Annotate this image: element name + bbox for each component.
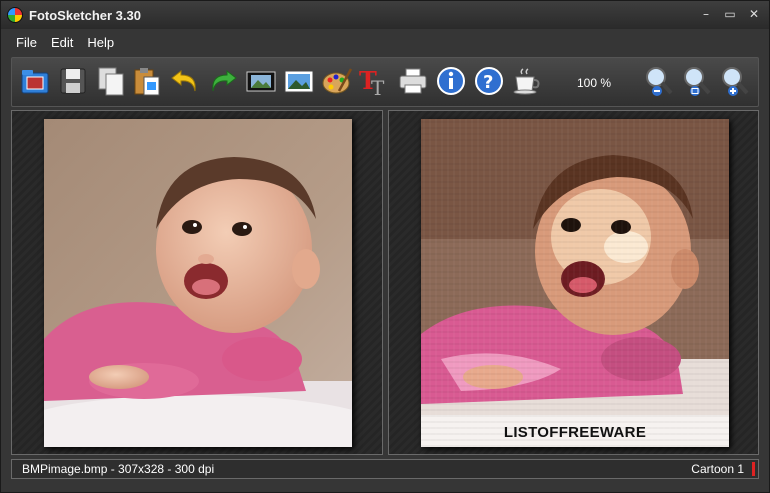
zoom-out-icon [646,67,673,96]
help-button[interactable]: ? [472,65,506,101]
picture-button[interactable] [282,65,316,101]
undo-button[interactable] [168,65,202,101]
result-image-panel[interactable]: LISTOFFREEWARE [388,110,759,455]
palette-icon [322,68,353,94]
copy-button[interactable] [94,65,128,101]
title-bar: FotoSketcher 3.30 – ▭ ✕ [1,1,769,29]
status-file-info: BMPimage.bmp - 307x328 - 300 dpi [22,462,215,476]
print-icon [399,68,427,94]
zoom-in-icon [722,67,749,96]
print-button[interactable] [396,65,430,101]
toolbar: T T ? 100 % [11,57,759,107]
zoom-level: 100 % [577,76,612,90]
result-photo: LISTOFFREEWARE [421,119,729,447]
info-icon [437,67,465,95]
save-button[interactable] [56,65,90,101]
info-button[interactable] [434,65,468,101]
picture-icon [284,70,314,93]
zoom-out-button[interactable] [642,65,676,101]
help-icon: ? [475,67,503,95]
app-window: FotoSketcher 3.30 – ▭ ✕ File Edit Help T… [0,0,770,493]
open-button[interactable] [18,65,52,101]
donate-button[interactable] [510,65,544,101]
original-image-panel[interactable] [11,110,383,455]
menu-file[interactable]: File [9,33,44,55]
save-icon [60,68,86,94]
minimize-button[interactable]: – [697,5,715,23]
coffee-icon [513,68,540,95]
maximize-button[interactable]: ▭ [721,5,739,23]
watermark-text: LISTOFFREEWARE [503,424,647,441]
baby-photo-original [44,119,352,447]
menu-edit[interactable]: Edit [44,33,80,55]
text-button[interactable]: T T [356,65,390,101]
baby-photo-cartoon [421,119,729,447]
app-logo-icon [7,7,23,23]
paste-button[interactable] [130,65,164,101]
redo-button[interactable] [206,65,240,101]
copy-icon [98,67,124,96]
paste-icon [134,68,160,96]
status-indicator [752,462,755,476]
undo-icon [171,69,196,92]
original-photo [44,119,352,447]
svg-text:?: ? [483,72,493,93]
zoom-fit-button[interactable] [680,65,714,101]
menu-bar: File Edit Help [1,33,121,55]
film-icon [246,71,276,92]
palette-button[interactable] [320,65,354,101]
zoom-in-button[interactable] [718,65,752,101]
redo-icon [212,69,237,92]
text-icon: T T [359,66,385,97]
svg-text:T: T [371,76,385,97]
menu-help[interactable]: Help [80,33,121,55]
status-effect-name: Cartoon 1 [691,462,744,476]
zoom-fit-icon [684,67,711,96]
status-bar: BMPimage.bmp - 307x328 - 300 dpi Cartoon… [11,459,759,479]
open-icon [21,70,49,94]
film-button[interactable] [244,65,278,101]
window-title: FotoSketcher 3.30 [29,7,141,23]
close-button[interactable]: ✕ [745,5,763,23]
